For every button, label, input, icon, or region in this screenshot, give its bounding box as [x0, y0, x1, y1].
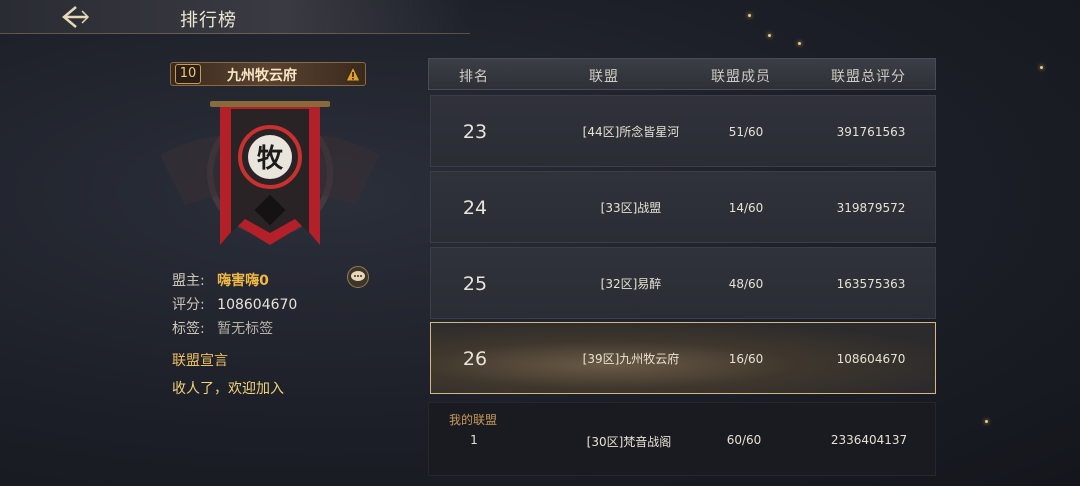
row-members: 16/60 [728, 352, 764, 366]
sparkle-particle [1040, 66, 1043, 69]
row-rank: 23 [462, 121, 488, 143]
row-guild-name: [32区]易醉 [600, 277, 662, 291]
guild-name: 九州牧云府 [227, 68, 297, 84]
sparkle-particle [985, 420, 988, 423]
score-label: 评分: [172, 297, 205, 313]
sparkle-particle [798, 42, 801, 45]
table-row[interactable]: 23 [44区]所念皆星河 51/60 391761563 [430, 95, 936, 167]
row-guild-name: [39区]九州牧云府 [582, 352, 680, 366]
score-value: 108604670 [217, 297, 298, 313]
table-row-selected[interactable]: 26 [39区]九州牧云府 16/60 108604670 [430, 322, 936, 394]
score-row: 评分: 108604670 [172, 294, 297, 314]
declaration-text: 收人了，欢迎加入 [172, 381, 284, 397]
row-total-score: 163575363 [836, 277, 906, 291]
my-guild-rank: 1 [470, 433, 478, 447]
guild-level-badge: 10 [175, 64, 201, 84]
guild-emblem-char: 牧 [257, 144, 284, 174]
row-total-score: 108604670 [836, 352, 906, 366]
my-guild-name: [30区]梵音战阁 [586, 435, 672, 449]
leader-value: 嗨害嗨0 [217, 273, 269, 289]
row-total-score: 319879572 [836, 201, 906, 215]
speech-bubble-icon [351, 271, 365, 281]
table-row[interactable]: 25 [32区]易醉 48/60 163575363 [430, 247, 936, 319]
leader-label: 盟主: [172, 273, 205, 289]
back-button[interactable] [58, 4, 92, 30]
row-members: 48/60 [728, 277, 764, 291]
guild-name-plate: 10 九州牧云府 [170, 62, 366, 86]
row-guild-name: [33区]战盟 [600, 201, 662, 215]
sparkle-particle [768, 34, 771, 37]
row-guild-name: [44区]所念皆星河 [582, 125, 680, 139]
back-arrow-icon [62, 6, 90, 28]
page-title: 排行榜 [180, 10, 237, 31]
declaration-title: 联盟宣言 [172, 353, 228, 369]
tags-label: 标签: [172, 321, 205, 337]
sparkle-particle [748, 14, 751, 17]
header-rank: 排名 [459, 69, 489, 85]
warning-icon[interactable] [345, 66, 361, 82]
row-rank: 26 [462, 348, 488, 370]
header-name: 联盟 [589, 69, 619, 85]
ranking-table-header: 排名 联盟 联盟成员 联盟总评分 [428, 58, 936, 90]
tags-value: 暂无标签 [217, 321, 274, 337]
my-guild-total: 2336404137 [830, 433, 908, 447]
table-row[interactable]: 24 [33区]战盟 14/60 319879572 [430, 171, 936, 243]
my-guild-row[interactable]: 我的联盟 1 [30区]梵音战阁 60/60 2336404137 [428, 402, 936, 476]
tags-row: 标签: 暂无标签 [172, 318, 273, 338]
header-members: 联盟成员 [711, 69, 771, 85]
my-guild-label: 我的联盟 [449, 413, 498, 427]
top-bar: 排行榜 [0, 0, 470, 34]
row-members: 51/60 [728, 125, 764, 139]
my-guild-members: 60/60 [726, 433, 762, 447]
row-rank: 25 [462, 273, 488, 295]
row-members: 14/60 [728, 201, 764, 215]
leader-row: 盟主: 嗨害嗨0 [172, 270, 269, 290]
row-total-score: 391761563 [836, 125, 906, 139]
row-rank: 24 [462, 197, 488, 219]
chat-icon[interactable] [347, 266, 369, 288]
header-total: 联盟总评分 [831, 69, 906, 85]
guild-emblem-banner: 牧 [160, 101, 380, 245]
